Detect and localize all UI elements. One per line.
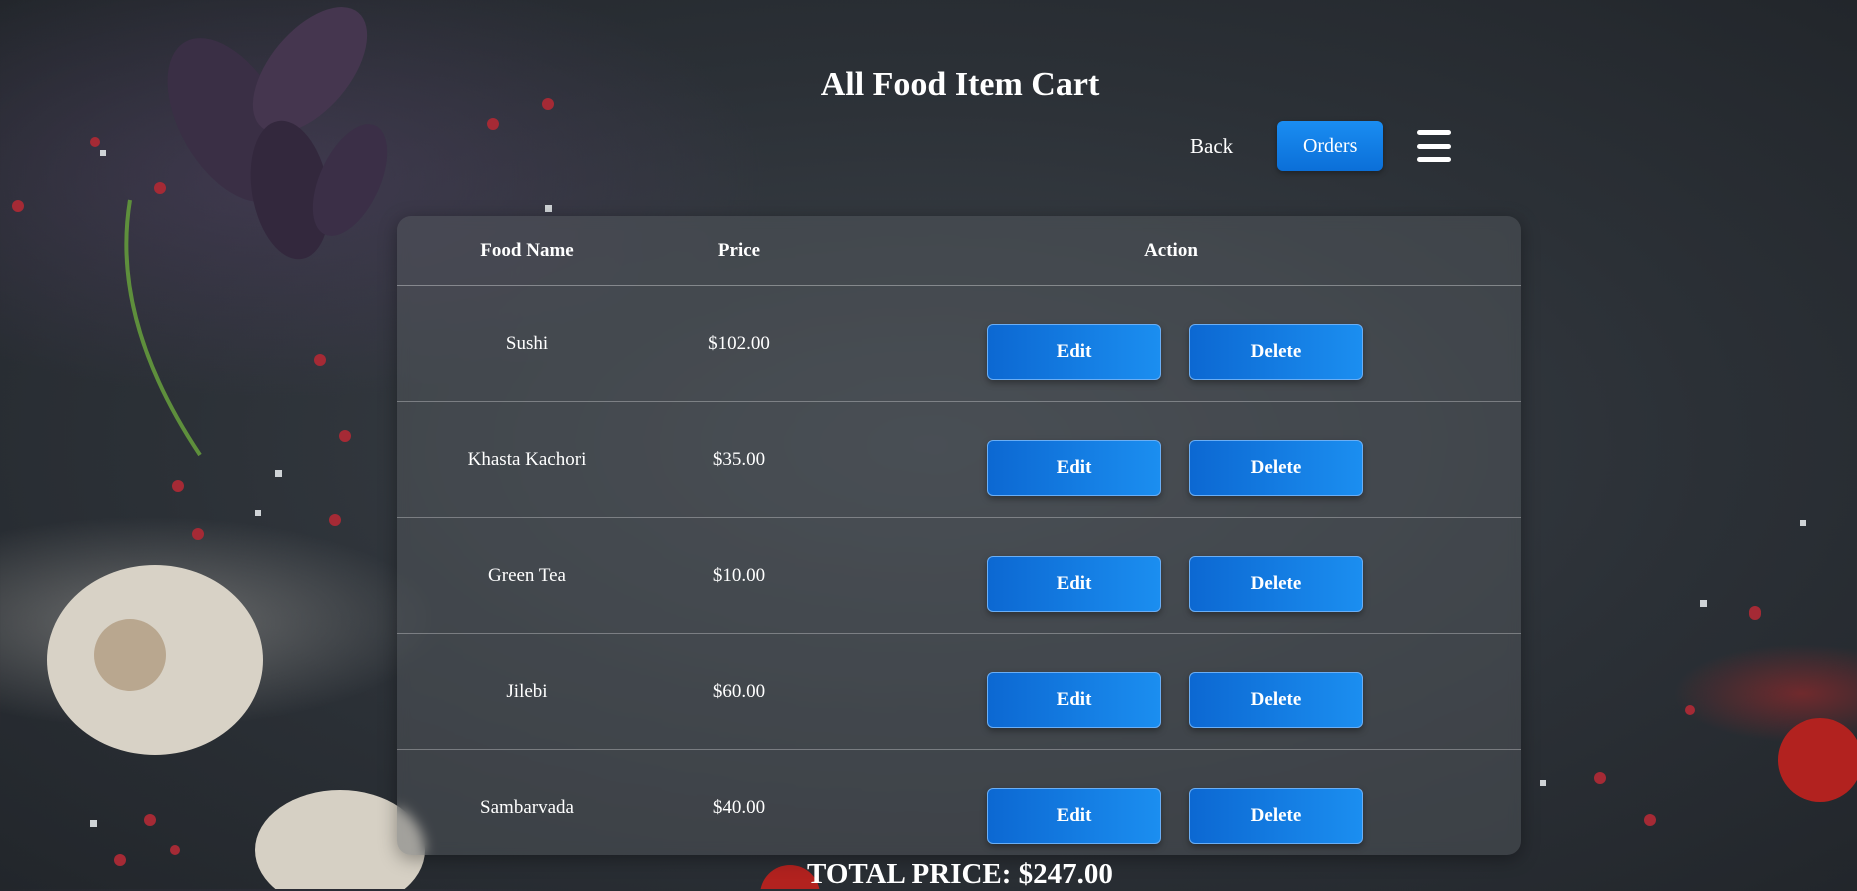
hamburger-bar: [1417, 157, 1452, 162]
row-actions: Edit Delete: [822, 424, 1520, 496]
total-price: TOTAL PRICE: $247.00: [807, 858, 1113, 890]
table-row: Green Tea $10.00 Edit Delete: [397, 517, 1521, 634]
action-cell: Edit Delete: [821, 285, 1521, 402]
header-food-name: Food Name: [397, 216, 657, 286]
table-row: Jilebi $60.00 Edit Delete: [397, 633, 1521, 750]
food-name-cell: Sambarvada: [480, 796, 574, 818]
cart-table: Food Name Price Action Sushi $102.00 Edi…: [397, 216, 1521, 855]
food-name-cell: Sushi: [397, 285, 657, 402]
hamburger-bar: [1417, 130, 1452, 135]
action-cell: Edit Delete: [821, 633, 1521, 750]
delete-button[interactable]: Delete: [1189, 787, 1363, 844]
price-cell: $60.00: [657, 633, 821, 750]
action-cell: Edit Delete: [821, 517, 1521, 634]
row-actions: Edit Delete: [822, 656, 1520, 728]
orders-button[interactable]: Orders: [1277, 121, 1384, 171]
action-cell: Edit Delete: [821, 750, 1521, 856]
edit-button[interactable]: Edit: [987, 555, 1161, 612]
price-cell: $40.00: [712, 796, 766, 818]
hamburger-bar: [1417, 143, 1452, 149]
page-title: All Food Item Cart: [820, 66, 1100, 103]
table-row: Khasta Kachori $35.00 Edit Delete: [397, 401, 1521, 518]
table-header-row: Food Name Price Action: [397, 216, 1521, 286]
price-cell: $10.00: [657, 517, 821, 634]
header-price: Price: [657, 216, 821, 286]
price-cell: $35.00: [657, 401, 821, 518]
table-row: Sambarvada $40.00 Edit Delete: [397, 750, 1521, 856]
header-action: Action: [821, 216, 1521, 286]
hamburger-menu-icon[interactable]: [1417, 130, 1452, 162]
delete-button[interactable]: Delete: [1189, 555, 1363, 612]
delete-button[interactable]: Delete: [1189, 671, 1363, 728]
edit-button[interactable]: Edit: [987, 323, 1161, 380]
price-cell: $102.00: [657, 285, 821, 402]
top-nav: Back Orders: [1190, 120, 1452, 172]
row-actions: Edit Delete: [822, 308, 1520, 380]
action-cell: Edit Delete: [821, 401, 1521, 518]
row-actions: Edit Delete: [822, 540, 1520, 612]
food-name-cell: Jilebi: [397, 633, 657, 750]
cart-panel: Food Name Price Action Sushi $102.00 Edi…: [397, 216, 1521, 855]
food-name-cell: Green Tea: [397, 517, 657, 634]
edit-button[interactable]: Edit: [987, 439, 1161, 496]
delete-button[interactable]: Delete: [1189, 323, 1363, 380]
food-name-cell: Khasta Kachori: [397, 401, 657, 518]
edit-button[interactable]: Edit: [987, 787, 1161, 844]
row-actions: Edit Delete: [822, 772, 1520, 844]
delete-button[interactable]: Delete: [1189, 439, 1363, 496]
table-row: Sushi $102.00 Edit Delete: [397, 285, 1521, 402]
edit-button[interactable]: Edit: [987, 671, 1161, 728]
back-link[interactable]: Back: [1190, 134, 1233, 159]
